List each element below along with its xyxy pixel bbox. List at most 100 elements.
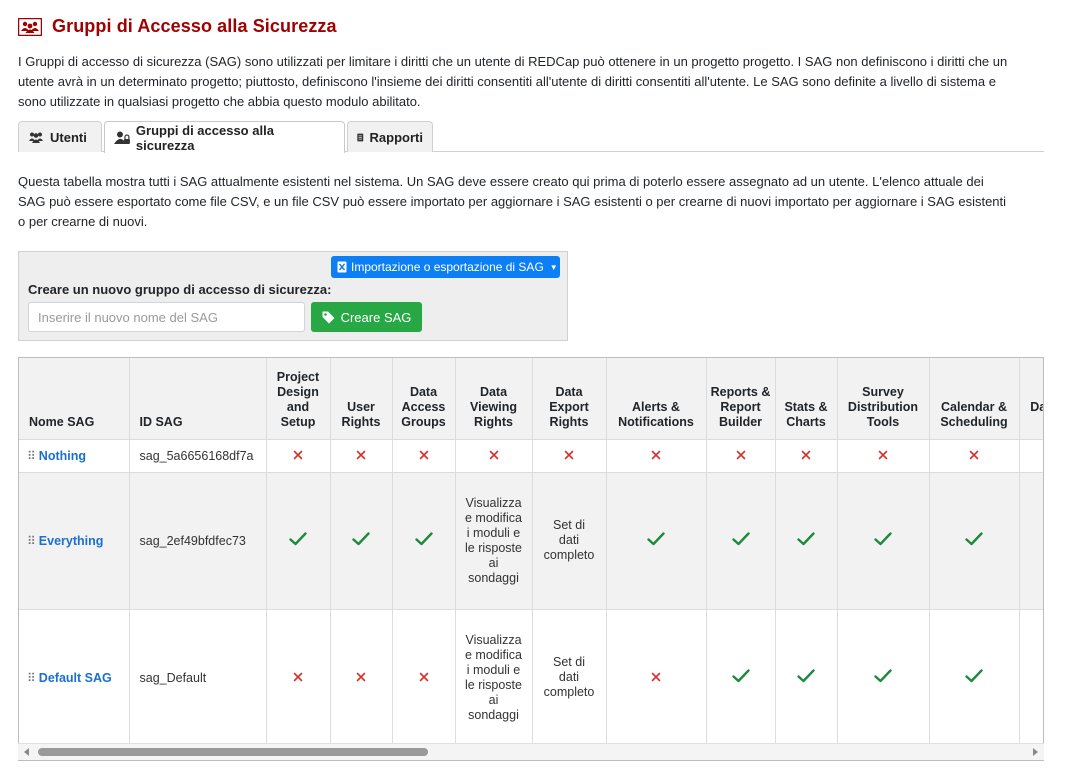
sag-id-cell: sag_Default bbox=[129, 609, 267, 747]
tab-label: Utenti bbox=[50, 129, 87, 145]
cross-icon bbox=[356, 449, 366, 463]
tab-bar: Utenti Gruppi di accesso alla sicurezza … bbox=[18, 121, 1044, 153]
status-cell bbox=[837, 439, 930, 473]
status-cell bbox=[606, 609, 707, 747]
users-icon bbox=[29, 132, 43, 143]
scroll-left-icon[interactable] bbox=[24, 748, 29, 756]
data-export-cell: Set di dati completo bbox=[532, 609, 607, 747]
tab-security-access-groups[interactable]: Gruppi di accesso alla sicurezza bbox=[104, 121, 345, 153]
status-cell bbox=[392, 439, 456, 473]
table-header-row: Nome SAG ID SAG Project Design and Setup… bbox=[19, 358, 1043, 440]
page-header: Gruppi di Accesso alla Sicurezza bbox=[17, 16, 337, 37]
check-icon bbox=[874, 669, 892, 686]
table-row: ⠿ Nothing sag_5a6656168df7a bbox=[19, 439, 1043, 473]
status-cell bbox=[775, 472, 838, 610]
table-row: ⠿ Everything sag_2ef49bfdfec73 Visualizza… bbox=[19, 472, 1043, 610]
sag-table-container: Nome SAG ID SAG Project Design and Setup… bbox=[18, 357, 1044, 761]
data-export-cell: Set di dati completo bbox=[532, 472, 607, 610]
status-cell bbox=[837, 609, 930, 747]
status-cell bbox=[929, 472, 1020, 610]
status-cell bbox=[775, 439, 838, 473]
header-nome-sag[interactable]: Nome SAG bbox=[19, 358, 130, 440]
drag-handle-icon[interactable]: ⠿ bbox=[27, 671, 36, 685]
sag-link[interactable]: Everything bbox=[39, 534, 104, 548]
import-export-dropdown-button[interactable]: Importazione o esportazione di SAG ▼ bbox=[331, 256, 560, 278]
cross-icon bbox=[293, 449, 303, 463]
sag-link[interactable]: Default SAG bbox=[39, 671, 112, 685]
check-icon bbox=[289, 532, 307, 549]
import-export-label: Importazione o esportazione di SAG bbox=[351, 260, 544, 274]
status-cell bbox=[532, 439, 607, 473]
horizontal-scrollbar[interactable] bbox=[18, 743, 1044, 760]
sag-id-cell: sag_2ef49bfdfec73 bbox=[129, 472, 267, 610]
data-viewing-text: Visualizza e modifica i moduli e le risp… bbox=[465, 632, 522, 722]
cross-icon bbox=[293, 671, 303, 685]
data-viewing-cell: Visualizza e modifica i moduli e le risp… bbox=[455, 472, 533, 610]
data-viewing-text: Visualizza e modifica i moduli e le risp… bbox=[465, 495, 522, 585]
table-row: ⠿ Default SAG sag_Default Visualizza e mo… bbox=[19, 609, 1043, 747]
status-cell bbox=[929, 439, 1020, 473]
status-cell bbox=[392, 609, 456, 747]
scrollbar-thumb[interactable] bbox=[38, 748, 428, 756]
status-cell bbox=[330, 472, 393, 610]
drag-handle-icon[interactable]: ⠿ bbox=[27, 449, 36, 463]
header-data-access-groups: Data Access Groups bbox=[392, 358, 456, 440]
header-user-rights: User Rights bbox=[330, 358, 393, 440]
header-stats: Stats & Charts bbox=[775, 358, 838, 440]
create-sag-button[interactable]: Creare SAG bbox=[311, 302, 422, 332]
tab-utenti[interactable]: Utenti bbox=[18, 121, 102, 152]
status-cell bbox=[455, 439, 533, 473]
check-icon bbox=[414, 532, 433, 549]
sag-id-cell: sag_5a6656168df7a bbox=[129, 439, 267, 473]
header-alerts: Alerts & Notifications bbox=[606, 358, 707, 440]
status-cell bbox=[266, 472, 331, 610]
create-sag-label: Creare un nuovo gruppo di accesso di sic… bbox=[28, 282, 332, 297]
data-viewing-cell: Visualizza e modifica i moduli e le risp… bbox=[455, 609, 533, 747]
status-cell bbox=[1019, 609, 1043, 747]
sag-table: Nome SAG ID SAG Project Design and Setup… bbox=[19, 358, 1043, 747]
cross-icon bbox=[969, 449, 979, 463]
tag-icon bbox=[322, 311, 335, 323]
status-cell bbox=[330, 609, 393, 747]
check-icon bbox=[797, 532, 815, 549]
header-project-design: Project Design and Setup bbox=[266, 358, 331, 440]
file-icon bbox=[357, 133, 364, 141]
header-data-import: Data Import Tool bbox=[1019, 358, 1043, 440]
status-cell bbox=[606, 472, 707, 610]
header-id-sag[interactable]: ID SAG bbox=[129, 358, 267, 440]
status-cell bbox=[266, 609, 331, 747]
status-cell bbox=[1019, 472, 1043, 610]
drag-handle-icon[interactable]: ⠿ bbox=[27, 534, 36, 548]
data-export-text: Set di dati completo bbox=[543, 655, 595, 699]
header-calendar: Calendar & Scheduling bbox=[929, 358, 1020, 440]
cross-icon bbox=[651, 449, 661, 463]
cross-icon bbox=[489, 449, 499, 463]
data-export-text: Set di dati completo bbox=[543, 518, 595, 562]
check-icon bbox=[731, 669, 750, 686]
sag-name-cell: ⠿ Default SAG bbox=[19, 609, 130, 747]
create-sag-panel: Importazione o esportazione di SAG ▼ Cre… bbox=[18, 251, 568, 341]
cross-icon bbox=[736, 449, 746, 463]
page: Gruppi di Accesso alla Sicurezza I Grupp… bbox=[0, 0, 1068, 783]
status-cell bbox=[266, 439, 331, 473]
check-icon bbox=[352, 532, 370, 549]
header-survey-distribution: Survey Distribution Tools bbox=[837, 358, 930, 440]
status-cell bbox=[929, 609, 1020, 747]
header-data-viewing: Data Viewing Rights bbox=[455, 358, 533, 440]
table-description: Questa tabella mostra tutti i SAG attual… bbox=[18, 174, 1007, 229]
status-cell bbox=[706, 609, 776, 747]
status-cell bbox=[775, 609, 838, 747]
scroll-right-icon[interactable] bbox=[1033, 748, 1038, 756]
new-sag-name-input[interactable] bbox=[28, 302, 305, 332]
caret-down-icon: ▼ bbox=[549, 262, 558, 272]
sag-link[interactable]: Nothing bbox=[39, 449, 86, 463]
tab-rapporti[interactable]: Rapporti bbox=[347, 121, 433, 152]
check-icon bbox=[965, 669, 983, 686]
status-cell bbox=[706, 472, 776, 610]
users-group-icon bbox=[17, 17, 43, 36]
cross-icon bbox=[801, 449, 811, 463]
check-icon bbox=[731, 532, 750, 549]
check-icon bbox=[874, 532, 892, 549]
status-cell bbox=[392, 472, 456, 610]
check-icon bbox=[797, 669, 815, 686]
